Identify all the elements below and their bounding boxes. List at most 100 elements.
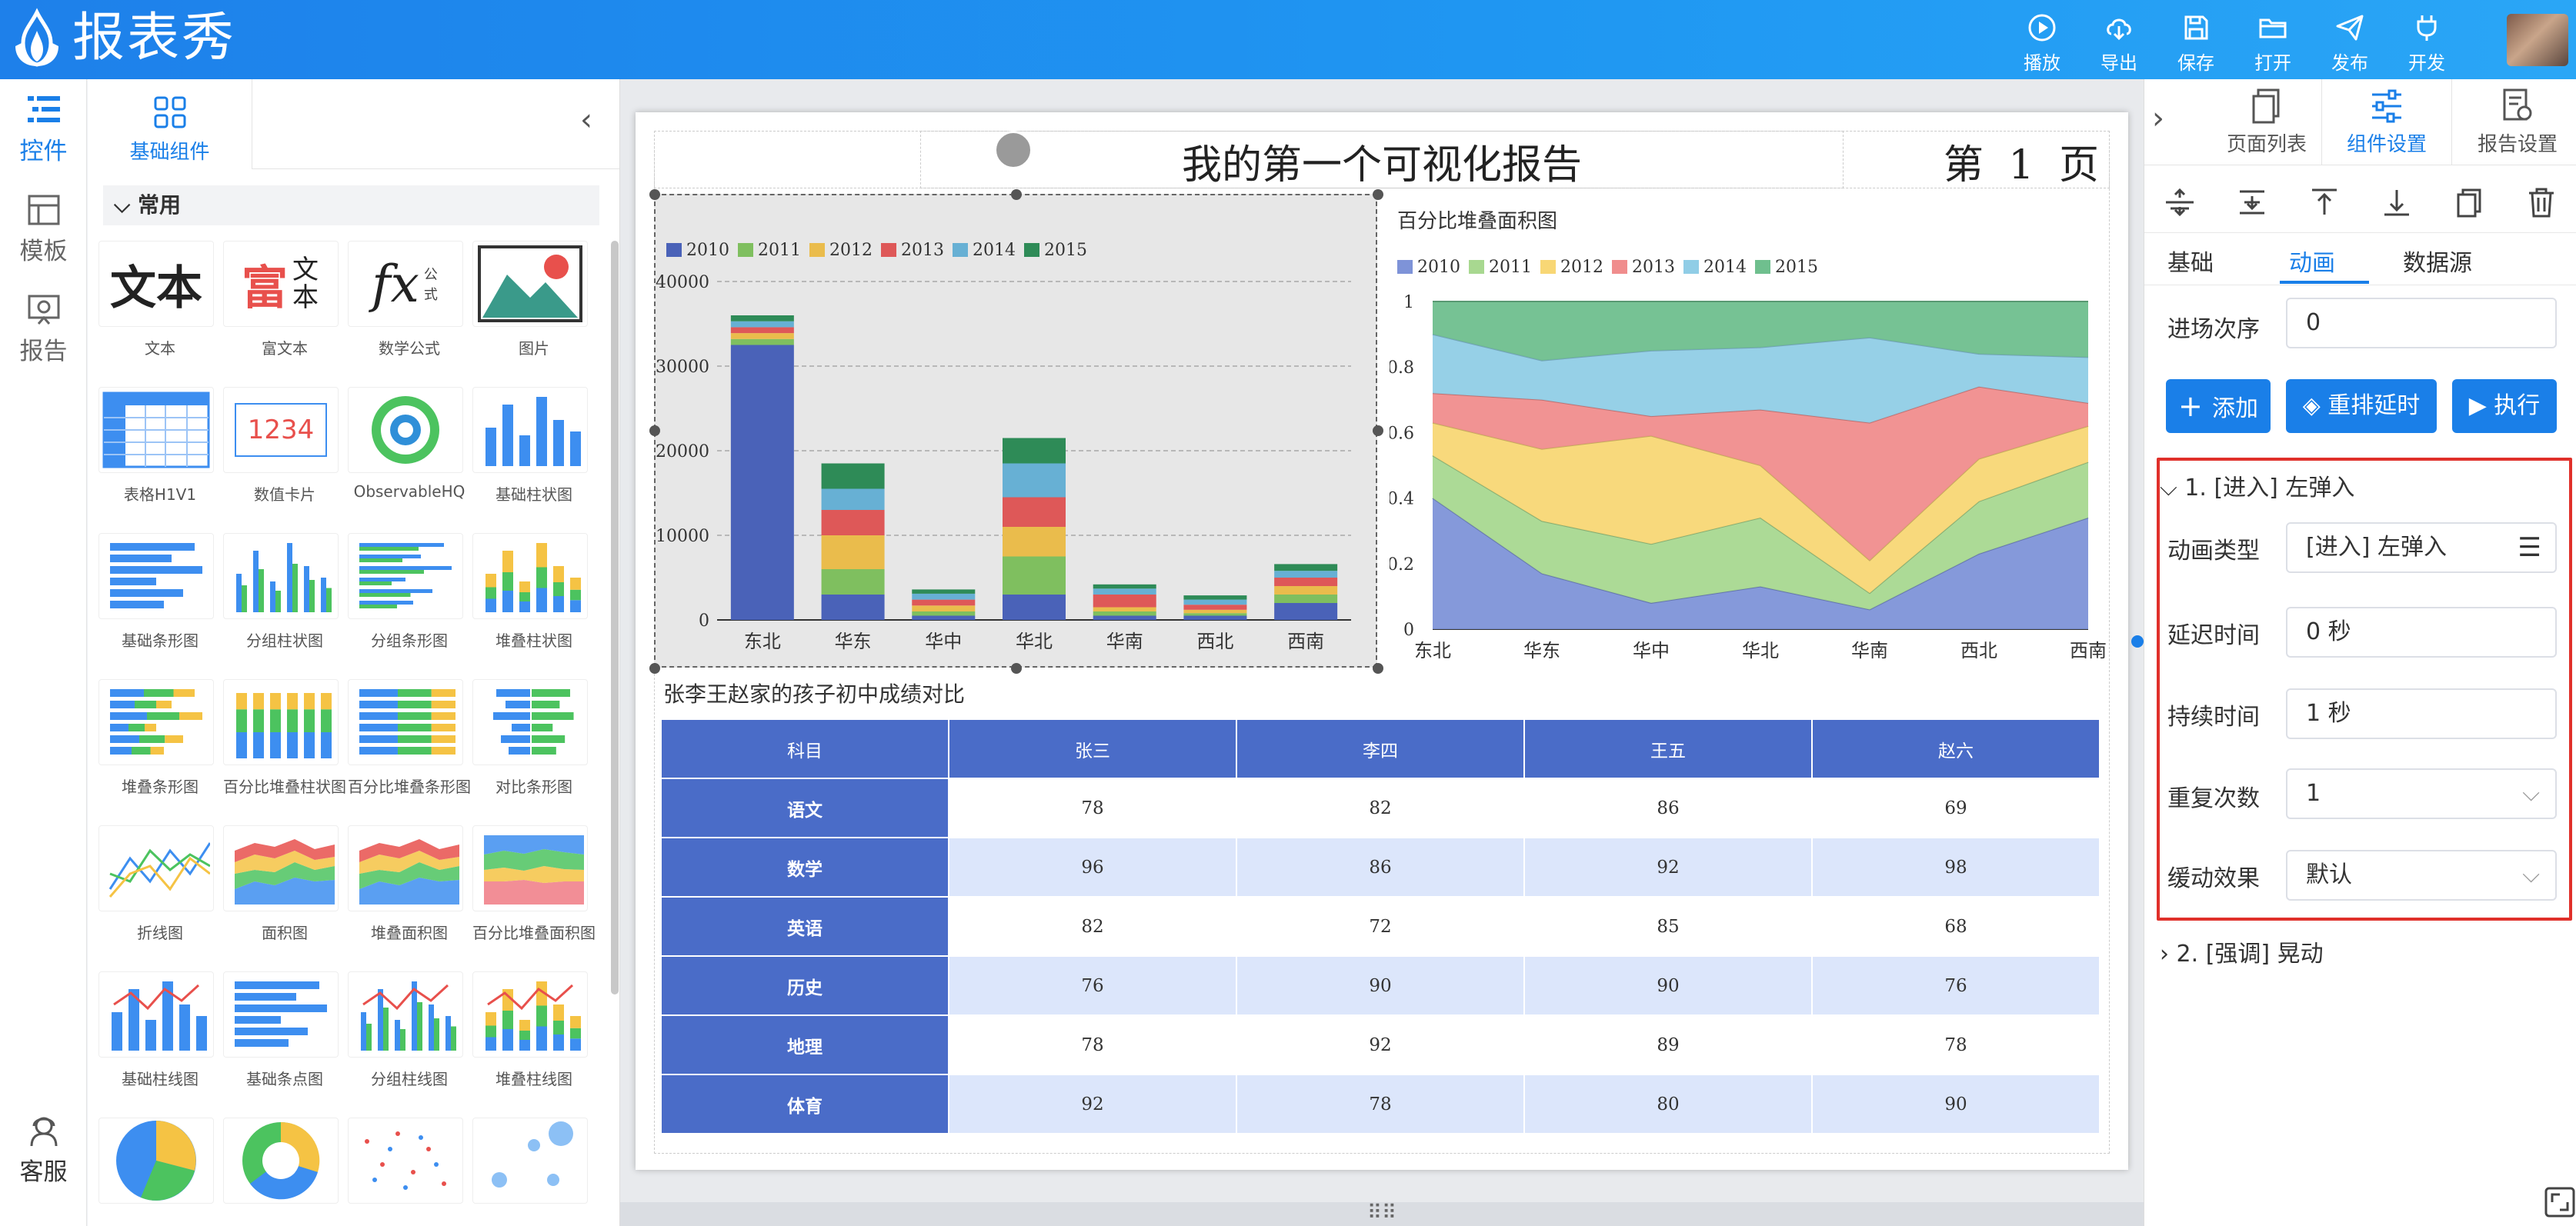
component-item[interactable]: 面积图 bbox=[223, 825, 346, 943]
component-item[interactable]: ObservableHQ bbox=[348, 387, 471, 501]
rotate-handle-icon[interactable] bbox=[994, 131, 1033, 169]
component-item[interactable]: 基础条点图 bbox=[223, 971, 346, 1089]
support-button[interactable]: 客服 bbox=[0, 1114, 87, 1187]
resize-handle[interactable] bbox=[649, 189, 660, 200]
thumb-bar bbox=[429, 1004, 434, 1051]
rail-item-templates[interactable]: 模板 bbox=[0, 193, 87, 266]
component-item[interactable]: 堆叠条形图 bbox=[98, 679, 222, 797]
reorder-delay-button[interactable]: ◈ 重排延时 bbox=[2286, 379, 2437, 433]
publish-button[interactable]: 发布 bbox=[2319, 12, 2381, 75]
align-middle-icon[interactable] bbox=[2235, 185, 2269, 219]
component-item[interactable] bbox=[223, 1118, 346, 1204]
score-table[interactable]: 科目 张三 李四 王五 赵六 语文 78 82 86 69 数学 96 86 92 98 英语 82 72 85 68… bbox=[660, 718, 2101, 1134]
resize-handle[interactable] bbox=[649, 663, 660, 674]
section-header-common[interactable]: ⌵ 常用 bbox=[103, 185, 599, 225]
component-library: 基础组件 ‹ ⌵ 常用 文本 文本富文 本富文本 fx 公 式数学公式 图片表格H1V1… bbox=[88, 79, 620, 1226]
align-bottom-icon[interactable] bbox=[2380, 185, 2414, 219]
component-item[interactable]: 基础柱线图 bbox=[98, 971, 222, 1089]
thumb-bar bbox=[132, 747, 151, 755]
component-item[interactable] bbox=[348, 1118, 471, 1204]
delay-input[interactable]: 0 秒 bbox=[2286, 607, 2557, 658]
copy-icon[interactable] bbox=[2452, 185, 2486, 219]
animation-2-header[interactable]: › 2. [强调] 晃动 bbox=[2160, 934, 2324, 968]
rail-item-controls[interactable]: 控件 bbox=[0, 93, 87, 166]
subtab-animation[interactable]: 动画 bbox=[2289, 244, 2335, 278]
add-animation-button[interactable]: + 添加 bbox=[2166, 379, 2271, 433]
score-cell: 69 bbox=[1811, 778, 2101, 838]
component-item[interactable]: 分组柱线图 bbox=[348, 971, 471, 1089]
open-button[interactable]: 打开 bbox=[2242, 12, 2304, 75]
page-number[interactable]: 第 1 页 bbox=[1944, 132, 2105, 190]
tab-page-list[interactable]: 页面列表 bbox=[2201, 79, 2332, 165]
user-avatar[interactable] bbox=[2507, 14, 2568, 66]
delete-icon[interactable] bbox=[2524, 185, 2558, 219]
component-item[interactable]: 1234 数值卡片 bbox=[223, 387, 346, 505]
tab-basic-components[interactable]: 基础组件 bbox=[88, 79, 252, 169]
subtab-datasource[interactable]: 数据源 bbox=[2403, 244, 2472, 278]
component-item[interactable]: 基础柱状图 bbox=[472, 387, 596, 505]
expand-panel-icon[interactable]: › bbox=[2152, 101, 2164, 136]
subject-cell: 语文 bbox=[660, 778, 949, 838]
thumb-bar bbox=[110, 712, 147, 720]
component-item[interactable]: 对比条形图 bbox=[472, 679, 596, 797]
percent-area-chart[interactable]: 百分比堆叠面积图 2010 2011 2012 2013 2014 2015 0 0.2 0.4 0… bbox=[1387, 194, 2113, 668]
repeat-select[interactable]: 1 ⌵ bbox=[2286, 768, 2557, 819]
easing-select[interactable]: 默认 ⌵ bbox=[2286, 850, 2557, 901]
anim-type-select[interactable]: [进入] 左弹入 ☰ bbox=[2286, 522, 2557, 573]
settings-sliders-icon[interactable]: ☰ bbox=[2518, 524, 2541, 571]
component-item[interactable]: 图片 bbox=[472, 241, 596, 358]
resize-handle[interactable] bbox=[1011, 663, 1022, 674]
duration-input[interactable]: 1 秒 bbox=[2286, 688, 2557, 739]
component-item[interactable]: 百分比堆叠条形图 bbox=[348, 679, 471, 797]
run-animation-button[interactable]: ▶ 执行 bbox=[2452, 379, 2557, 433]
component-item[interactable] bbox=[98, 1118, 222, 1204]
component-item[interactable]: 百分比堆叠柱状图 bbox=[223, 679, 346, 797]
component-item[interactable]: 表格H1V1 bbox=[98, 387, 222, 505]
component-item[interactable]: 堆叠柱状图 bbox=[472, 533, 596, 651]
x-tick-label: 华南 bbox=[1851, 640, 1888, 661]
scroll-indicator[interactable] bbox=[2131, 635, 2144, 648]
thumb-bar bbox=[235, 1016, 281, 1024]
component-item[interactable]: 折线图 bbox=[98, 825, 222, 943]
canvas-resize-grip[interactable]: ⠿⠿ bbox=[620, 1202, 2144, 1226]
stacked-bar-chart[interactable]: 2010 2011 2012 2013 2014 2015 0 10000 20000 30000… bbox=[654, 194, 1377, 668]
bar-segment bbox=[1183, 599, 1247, 605]
resize-handle[interactable] bbox=[1373, 663, 1383, 674]
component-item[interactable]: 分组条形图 bbox=[348, 533, 471, 651]
component-item[interactable]: 堆叠面积图 bbox=[348, 825, 471, 943]
collapse-panel-icon[interactable]: ‹ bbox=[580, 102, 592, 138]
resize-handle[interactable] bbox=[1373, 189, 1383, 200]
component-item[interactable]: 堆叠柱线图 bbox=[472, 971, 596, 1089]
rail-item-reports[interactable]: 报告 bbox=[0, 293, 87, 366]
animation-1-header[interactable]: ⌵ 1. [进入] 左弹入 bbox=[2160, 468, 2354, 502]
component-item[interactable]: 百分比堆叠面积图 bbox=[472, 825, 596, 943]
align-center-vertical-icon[interactable] bbox=[2163, 185, 2197, 219]
subtab-basic[interactable]: 基础 bbox=[2167, 244, 2214, 278]
table-row: 地理 78 92 89 78 bbox=[660, 1014, 2101, 1075]
component-item[interactable]: 基础条形图 bbox=[98, 533, 222, 651]
component-item[interactable]: 文本 文本 bbox=[98, 241, 222, 358]
align-top-icon[interactable] bbox=[2307, 185, 2341, 219]
component-item[interactable]: fx 公 式数学公式 bbox=[348, 241, 471, 358]
library-scrollbar[interactable] bbox=[611, 241, 619, 994]
report-title[interactable]: 我的第一个可视化报告 bbox=[636, 132, 2128, 190]
component-item[interactable] bbox=[472, 1118, 596, 1204]
chevron-down-icon: ⌵ bbox=[2522, 780, 2540, 807]
component-thumbnail-svg bbox=[235, 839, 335, 905]
component-thumbnail bbox=[98, 533, 214, 619]
app-logo[interactable]: 报表秀 bbox=[8, 6, 236, 71]
resize-handle[interactable] bbox=[1011, 189, 1022, 200]
tab-component-settings[interactable]: 组件设置 bbox=[2321, 79, 2452, 165]
resize-handle[interactable] bbox=[649, 425, 660, 436]
expand-corner-icon[interactable] bbox=[2544, 1187, 2575, 1218]
component-item[interactable]: 分组柱状图 bbox=[223, 533, 346, 651]
play-button[interactable]: 播放 bbox=[2011, 12, 2073, 75]
tab-report-settings[interactable]: 报告设置 bbox=[2452, 79, 2576, 165]
resize-handle[interactable] bbox=[1373, 425, 1383, 436]
component-item[interactable]: 富文 本富文本 bbox=[223, 241, 346, 358]
develop-button[interactable]: 开发 bbox=[2396, 12, 2458, 75]
table-title[interactable]: 张李王赵家的孩子初中成绩对比 bbox=[663, 678, 965, 708]
order-input[interactable]: 0 bbox=[2286, 298, 2557, 348]
save-button[interactable]: 保存 bbox=[2165, 12, 2227, 75]
export-button[interactable]: 导出 bbox=[2088, 12, 2150, 75]
